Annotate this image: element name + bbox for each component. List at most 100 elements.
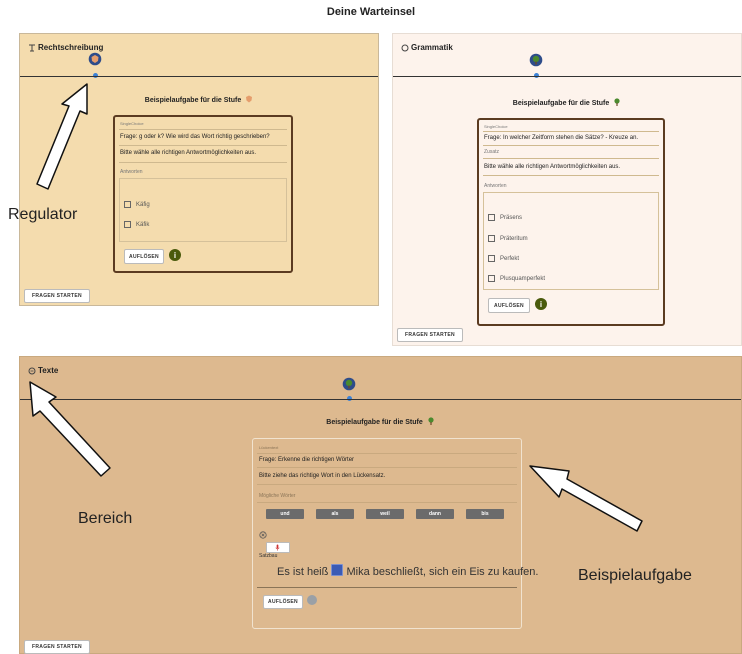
- annotation-regulator: Regulator: [8, 206, 78, 223]
- divider: [257, 587, 517, 588]
- question-text: Frage: Erkenne die richtigen Wörter: [259, 457, 355, 463]
- annotation-bereich: Bereich: [78, 510, 133, 527]
- area-title-label: Rechtschreibung: [38, 43, 104, 52]
- page-title: Deine Warteinsel: [326, 6, 416, 18]
- option-perfekt[interactable]: Perfekt: [488, 255, 519, 262]
- word-chip-bis[interactable]: bis: [466, 509, 504, 519]
- word-chip-als[interactable]: als: [316, 509, 354, 519]
- option-label: Käfig: [136, 201, 150, 208]
- area-title-label: Texte: [38, 366, 59, 375]
- instruction-text: Bitte wähle alle richtigen Antwortmöglic…: [484, 164, 621, 170]
- area-title-grammatik: Grammatik: [401, 43, 453, 52]
- solve-button[interactable]: AUFLÖSEN: [124, 249, 164, 264]
- question-type: Lückentext: [259, 445, 279, 450]
- example-heading-label: Beispielaufgabe für die Stufe: [144, 97, 242, 104]
- tree-icon[interactable]: [529, 53, 543, 67]
- shield-icon[interactable]: [88, 52, 102, 66]
- option-label: Käfik: [136, 221, 150, 228]
- sentence-part-after: Mika beschließt, sich ein Eis zu kaufen.: [346, 566, 539, 578]
- info-icon[interactable]: [307, 595, 317, 605]
- shield-icon: [246, 95, 253, 103]
- texte-icon: [28, 367, 36, 374]
- regulator-track[interactable]: [20, 76, 378, 77]
- close-circle-icon[interactable]: [259, 531, 267, 539]
- sentence-label: Satzbau: [259, 553, 278, 559]
- example-heading: Beispielaufgabe für die Stufe: [20, 95, 378, 104]
- grammatik-icon: [401, 44, 409, 51]
- area-title-label: Grammatik: [411, 43, 453, 52]
- option-praesens[interactable]: Präsens: [488, 214, 522, 221]
- gap-sentence: Es ist heiß Mika beschließt, sich ein Ei…: [277, 564, 538, 578]
- answers-box: [119, 178, 287, 242]
- start-questions-button[interactable]: FRAGEN STARTEN: [397, 328, 463, 342]
- example-card: SingleChoice Frage: In welcher Zeitform …: [477, 118, 665, 326]
- divider: [119, 145, 287, 146]
- regulator-track[interactable]: [393, 76, 741, 77]
- example-heading: Beispielaufgabe für die Stufe: [393, 98, 741, 107]
- info-icon[interactable]: i: [535, 298, 547, 310]
- panel-grammatik: Grammatik Beispielaufgabe für die Stufe …: [392, 33, 742, 346]
- word-chip-dann[interactable]: dann: [416, 509, 454, 519]
- solve-button[interactable]: AUFLÖSEN: [488, 298, 530, 313]
- example-heading-label: Beispielaufgabe für die Stufe: [326, 419, 423, 426]
- start-questions-button[interactable]: FRAGEN STARTEN: [24, 640, 90, 654]
- word-chip-weil[interactable]: weil: [366, 509, 404, 519]
- divider: [483, 175, 659, 176]
- instruction-text: Bitte wähle alle richtigen Antwortmöglic…: [120, 150, 257, 156]
- divider: [119, 162, 287, 163]
- rechtschreibung-icon: [29, 44, 35, 51]
- tree-icon[interactable]: [342, 377, 356, 391]
- checkbox[interactable]: [488, 255, 495, 262]
- divider: [483, 158, 659, 159]
- word-chip-und[interactable]: und: [266, 509, 304, 519]
- start-questions-button[interactable]: FRAGEN STARTEN: [24, 289, 90, 303]
- area-title-rechtschreibung: Rechtschreibung: [28, 43, 103, 52]
- answers-label: Antworten: [120, 169, 143, 175]
- example-card: SingleChoice Frage: g oder k? Wie wird d…: [113, 115, 293, 273]
- tree-icon: [614, 98, 620, 106]
- tree-icon: [428, 417, 434, 425]
- instruction-text: Bitte ziehe das richtige Wort in den Lüc…: [259, 473, 386, 479]
- checkbox[interactable]: [124, 201, 131, 208]
- solve-button[interactable]: AUFLÖSEN: [263, 595, 303, 609]
- regulator-track[interactable]: [20, 399, 741, 400]
- question-type: SingleChoice: [484, 124, 508, 129]
- question-text: Frage: In welcher Zeitform stehen die Sä…: [484, 135, 639, 141]
- question-text: Frage: g oder k? Wie wird das Wort richt…: [120, 134, 270, 140]
- divider: [257, 502, 517, 503]
- checkbox[interactable]: [488, 214, 495, 221]
- sentence-part-before: Es ist heiß: [277, 566, 329, 578]
- divider: [483, 145, 659, 146]
- info-icon[interactable]: i: [169, 249, 181, 261]
- checkbox[interactable]: [488, 235, 495, 242]
- option-plusquamperfekt[interactable]: Plusquamperfekt: [488, 275, 545, 282]
- extra-label: Zusatz: [484, 149, 500, 155]
- example-heading-label: Beispielaufgabe für die Stufe: [512, 100, 610, 107]
- option-praeteritum[interactable]: Präteritum: [488, 235, 528, 242]
- divider: [257, 453, 517, 454]
- option-label: Plusquamperfekt: [500, 275, 546, 282]
- gap-drop-zone[interactable]: [331, 564, 344, 576]
- option-label: Präsens: [500, 214, 523, 221]
- annotation-beispielaufgabe: Beispielaufgabe: [578, 567, 692, 584]
- panel-rechtschreibung: Rechtschreibung Beispielaufgabe für die …: [19, 33, 379, 306]
- panel-texte: Texte Beispielaufgabe für die Stufe Lück…: [19, 356, 742, 654]
- checkbox[interactable]: [488, 275, 495, 282]
- option-label: Präteritum: [500, 235, 528, 242]
- option-label: Perfekt: [500, 255, 520, 262]
- example-heading: Beispielaufgabe für die Stufe: [20, 417, 741, 426]
- question-type: SingleChoice: [120, 121, 144, 126]
- option-kaefik[interactable]: Käfik: [124, 221, 149, 228]
- checkbox[interactable]: [124, 221, 131, 228]
- divider: [257, 484, 517, 485]
- option-kaefig[interactable]: Käfig: [124, 201, 150, 208]
- answers-label: Antworten: [484, 183, 507, 189]
- microphone-icon: [275, 544, 280, 551]
- divider: [119, 129, 287, 130]
- words-label: Mögliche Wörter: [259, 493, 296, 499]
- divider: [257, 467, 517, 468]
- example-card: Lückentext Frage: Erkenne die richtigen …: [252, 438, 538, 629]
- microphone-button[interactable]: [266, 542, 290, 553]
- area-title-texte: Texte: [28, 366, 58, 375]
- divider: [483, 131, 659, 132]
